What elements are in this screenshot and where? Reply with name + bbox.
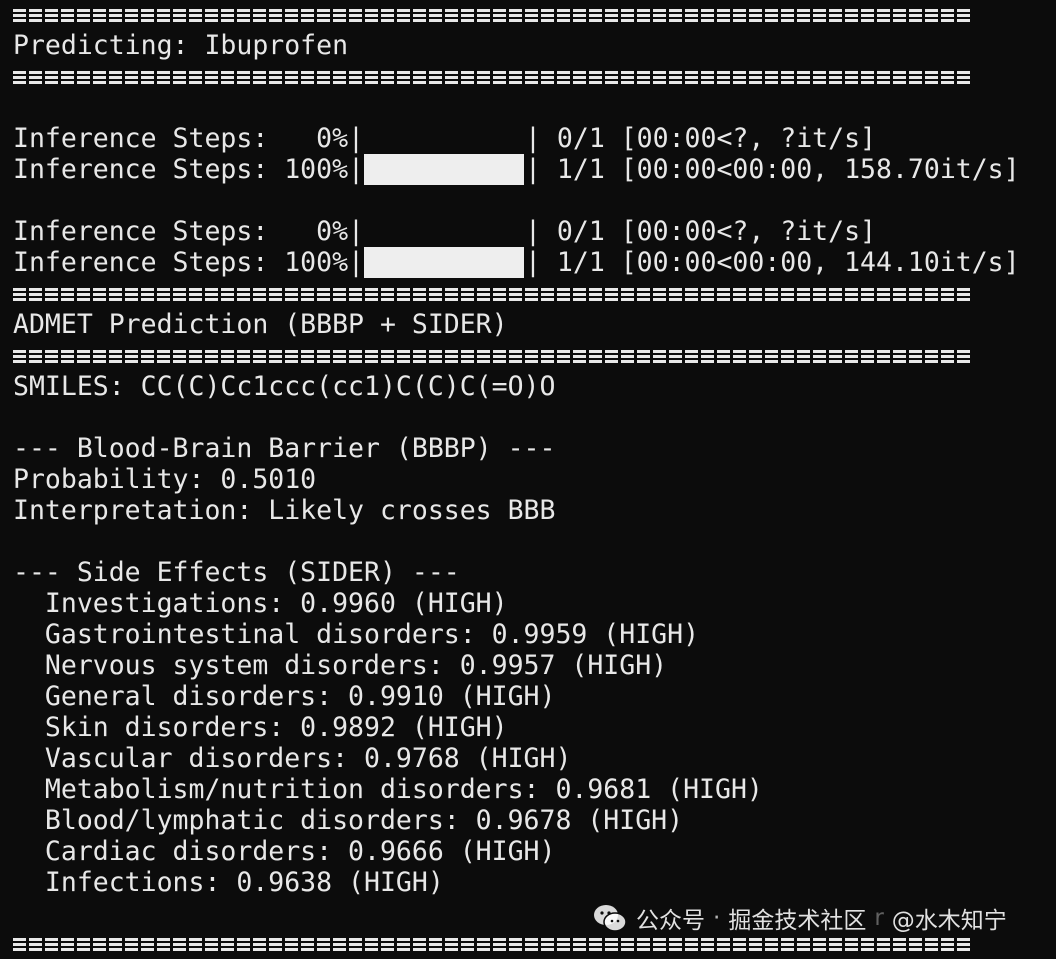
bbbp-interpretation: Interpretation: Likely crosses BBB — [13, 495, 556, 526]
bbbp-probability: Probability: 0.5010 — [13, 464, 317, 495]
sider-item: Gastrointestinal disorders: 0.9959 (HIGH… — [13, 619, 700, 650]
separator-rule — [13, 71, 971, 84]
terminal-window: Predicting: Ibuprofen Inference Steps: 0… — [0, 0, 1056, 959]
progress-bar-2 — [364, 154, 524, 185]
sider-heading: --- Side Effects (SIDER) --- — [13, 557, 460, 588]
sider-item: Vascular disorders: 0.9768 (HIGH) — [13, 743, 572, 774]
progress-label-1: Inference Steps: 0%| — [13, 123, 364, 154]
sider-item: Skin disorders: 0.9892 (HIGH) — [13, 712, 508, 743]
progress-label-3: Inference Steps: 0%| — [13, 216, 364, 247]
progress-label-2: Inference Steps: 100%| — [13, 154, 364, 185]
sider-item: Blood/lymphatic disorders: 0.9678 (HIGH) — [13, 805, 684, 836]
watermark: 公众号 · 掘金技术社区 r @水木知宁 — [592, 898, 1007, 938]
progress-status-1: | 0/1 [00:00<?, ?it/s] — [525, 123, 876, 154]
progress-status-2: | 1/1 [00:00<00:00, 158.70it/s] — [525, 154, 1020, 185]
sider-item: Investigations: 0.9960 (HIGH) — [13, 588, 508, 619]
sider-item: Metabolism/nutrition disorders: 0.9681 (… — [13, 774, 763, 805]
watermark-author: @水木知宁 — [891, 908, 1007, 934]
sider-item: Infections: 0.9638 (HIGH) — [13, 867, 444, 898]
separator-rule — [13, 350, 971, 363]
progress-label-4: Inference Steps: 100%| — [13, 247, 364, 278]
progress-bar-4 — [364, 247, 524, 278]
sider-item: Nervous system disorders: 0.9957 (HIGH) — [13, 650, 668, 681]
predicting-line: Predicting: Ibuprofen — [13, 30, 349, 61]
watermark-separator: · — [713, 905, 721, 931]
watermark-account: 公众号 — [636, 908, 705, 934]
separator-rule — [13, 288, 971, 301]
admet-title: ADMET Prediction (BBBP + SIDER) — [13, 309, 508, 340]
wechat-icon — [594, 905, 627, 932]
smiles-line: SMILES: CC(C)Cc1ccc(cc1)C(C)C(=O)O — [13, 371, 556, 402]
watermark-site: 掘金技术社区 — [728, 908, 867, 934]
separator-rule — [13, 9, 971, 22]
watermark-faded-text: r — [874, 905, 884, 931]
sider-item: General disorders: 0.9910 (HIGH) — [13, 681, 556, 712]
sider-item: Cardiac disorders: 0.9666 (HIGH) — [13, 836, 556, 867]
progress-status-3: | 0/1 [00:00<?, ?it/s] — [525, 216, 876, 247]
progress-status-4: | 1/1 [00:00<00:00, 144.10it/s] — [525, 247, 1020, 278]
bbbp-heading: --- Blood-Brain Barrier (BBBP) --- — [13, 433, 556, 464]
separator-rule — [13, 938, 971, 951]
